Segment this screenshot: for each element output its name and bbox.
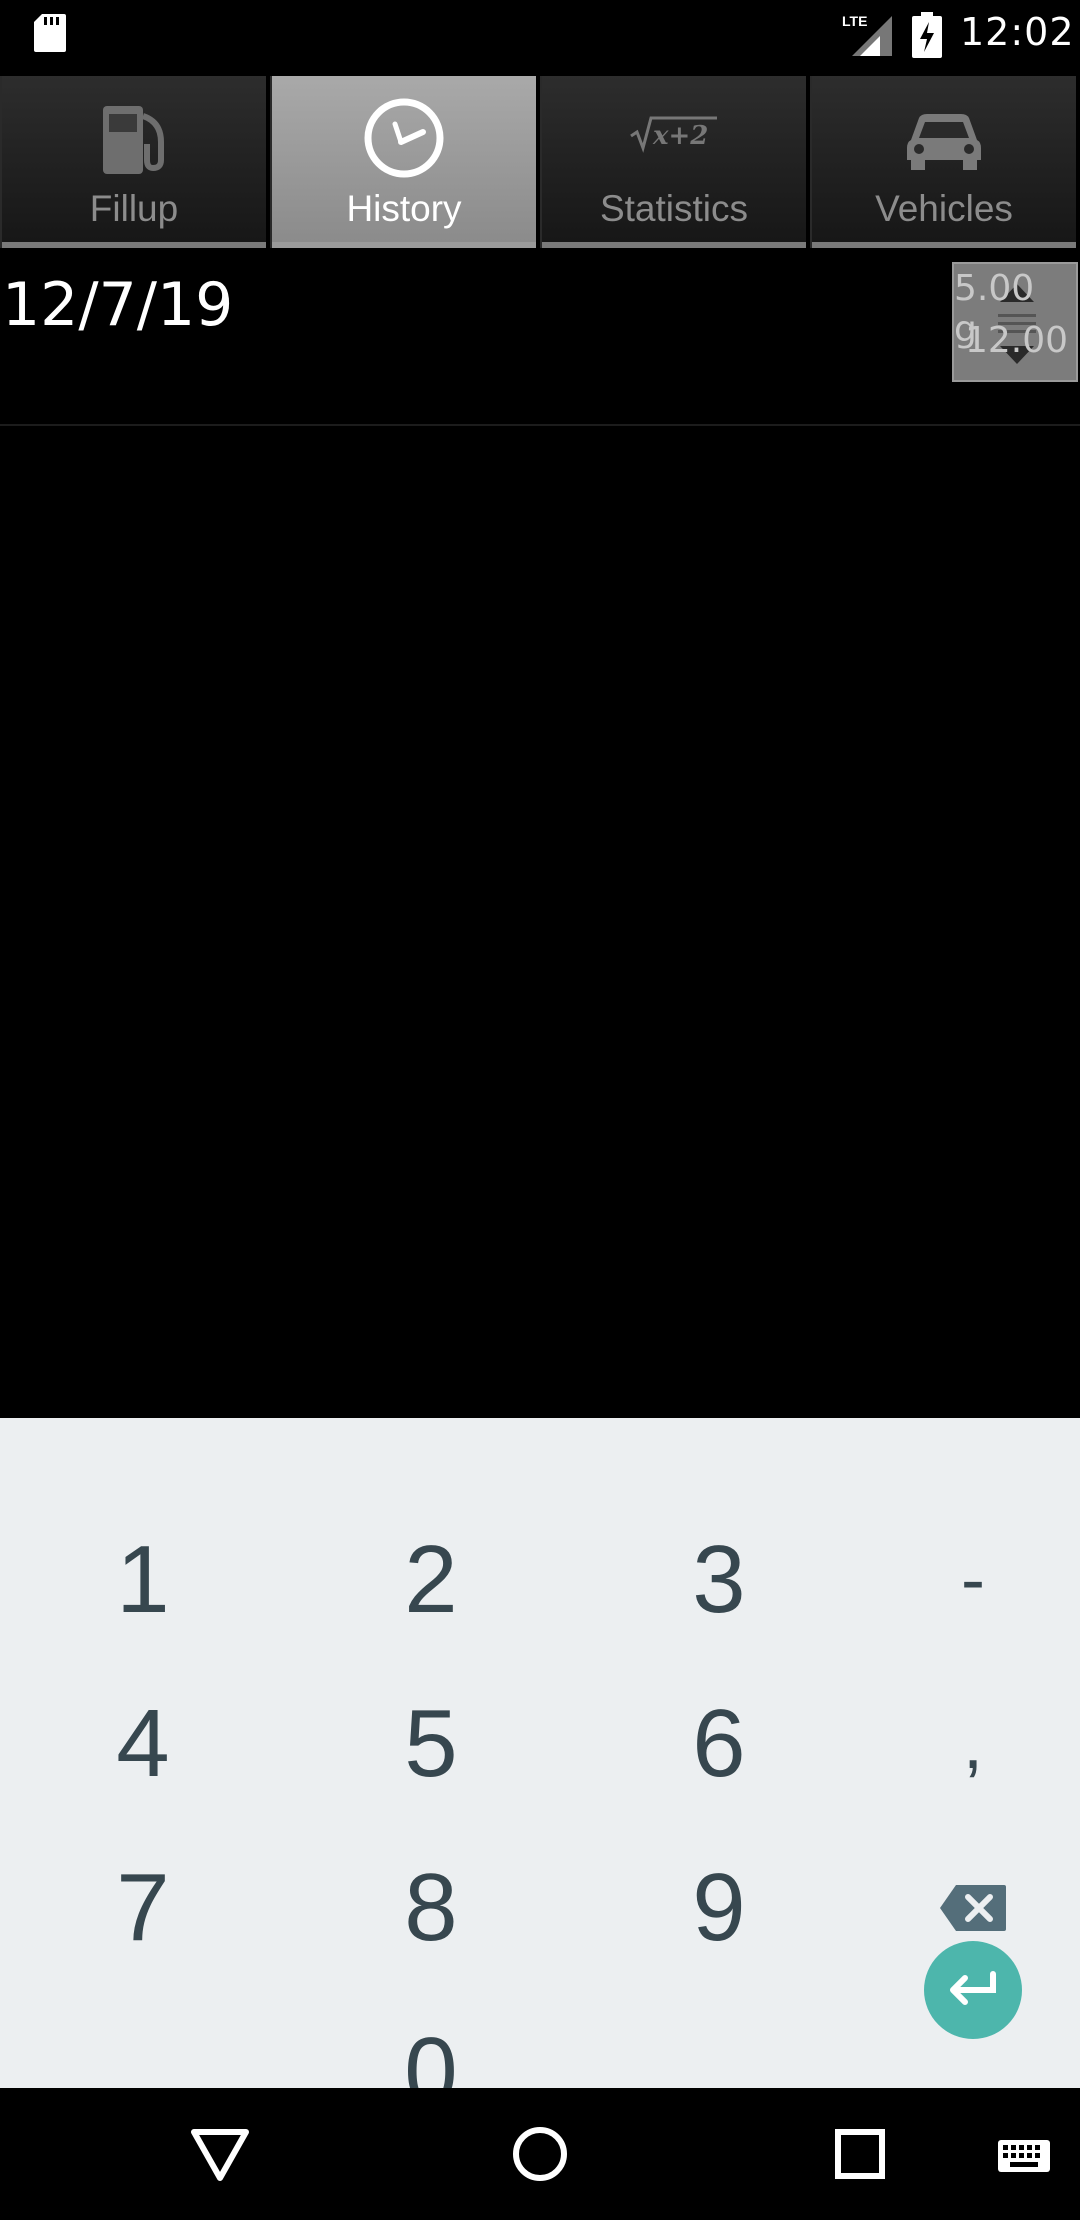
tab-label: Vehicles [875, 188, 1013, 229]
clock-icon [364, 98, 444, 178]
tab-bar: Fillup History x+2 Statistics Vehicles [0, 76, 1080, 248]
svg-text:x+2: x+2 [652, 121, 708, 151]
status-bar: LTE 12:02 [0, 0, 1080, 72]
tab-history[interactable]: History [270, 76, 540, 248]
keyboard-switch-icon[interactable] [994, 2118, 1054, 2190]
key-6[interactable]: 6 [584, 1662, 854, 1826]
key-label: 8 [404, 1854, 458, 1961]
tab-statistics[interactable]: x+2 Statistics [540, 76, 810, 248]
key-label: , [962, 1704, 983, 1784]
key-comma[interactable]: , [838, 1662, 1080, 1826]
car-icon [907, 114, 981, 170]
numeric-keyboard: 1 2 3 - 4 5 6 , 7 8 9 . 0 _ [0, 1418, 1080, 2125]
key-8[interactable]: 8 [296, 1826, 566, 1990]
history-list: 12/7/19 5.00 g 12.00 [0, 250, 1080, 426]
lte-signal-icon: LTE [842, 13, 892, 56]
sort-handle[interactable]: 5.00 g 12.00 [952, 262, 1078, 382]
key-label: 3 [692, 1526, 746, 1633]
key-label: 7 [116, 1854, 170, 1961]
key-9[interactable]: 9 [584, 1826, 854, 1990]
key-1[interactable]: 1 [8, 1498, 278, 1662]
back-icon[interactable] [184, 2118, 256, 2190]
sd-card-icon [34, 14, 66, 52]
key-7[interactable]: 7 [8, 1826, 278, 1990]
recents-icon[interactable] [824, 2118, 896, 2190]
svg-text:LTE: LTE [842, 13, 867, 29]
fuel-pump-icon [103, 106, 164, 174]
enter-button[interactable] [924, 1941, 1022, 2039]
tab-label: Fillup [89, 188, 179, 229]
battery-charging-icon [912, 12, 942, 58]
key-label: 5 [404, 1690, 458, 1797]
tab-label: Statistics [599, 188, 749, 229]
home-icon[interactable] [504, 2118, 576, 2190]
fillup-price: 12.00 [964, 320, 1068, 361]
key-label: 6 [692, 1690, 746, 1797]
sqrt-formula-icon: x+2 [630, 116, 717, 153]
navigation-bar [0, 2088, 1080, 2220]
list-item[interactable]: 12/7/19 5.00 g 12.00 [0, 250, 1080, 426]
tab-vehicles[interactable]: Vehicles [810, 76, 1080, 248]
key-3[interactable]: 3 [584, 1498, 854, 1662]
enter-icon [950, 1971, 996, 2005]
fillup-date: 12/7/19 [2, 270, 234, 340]
key-label: 9 [692, 1854, 746, 1961]
key-5[interactable]: 5 [296, 1662, 566, 1826]
key-label: 2 [404, 1526, 458, 1633]
key-label: - [961, 1540, 985, 1620]
key-minus[interactable]: - [838, 1498, 1080, 1662]
key-label: 4 [116, 1690, 170, 1797]
enter-key[interactable] [838, 1908, 1080, 2072]
key-2[interactable]: 2 [296, 1498, 566, 1662]
key-4[interactable]: 4 [8, 1662, 278, 1826]
key-label: 1 [116, 1526, 170, 1633]
clock: 12:02 [960, 10, 1075, 54]
tab-label: History [346, 188, 462, 229]
tab-fillup[interactable]: Fillup [0, 76, 270, 248]
